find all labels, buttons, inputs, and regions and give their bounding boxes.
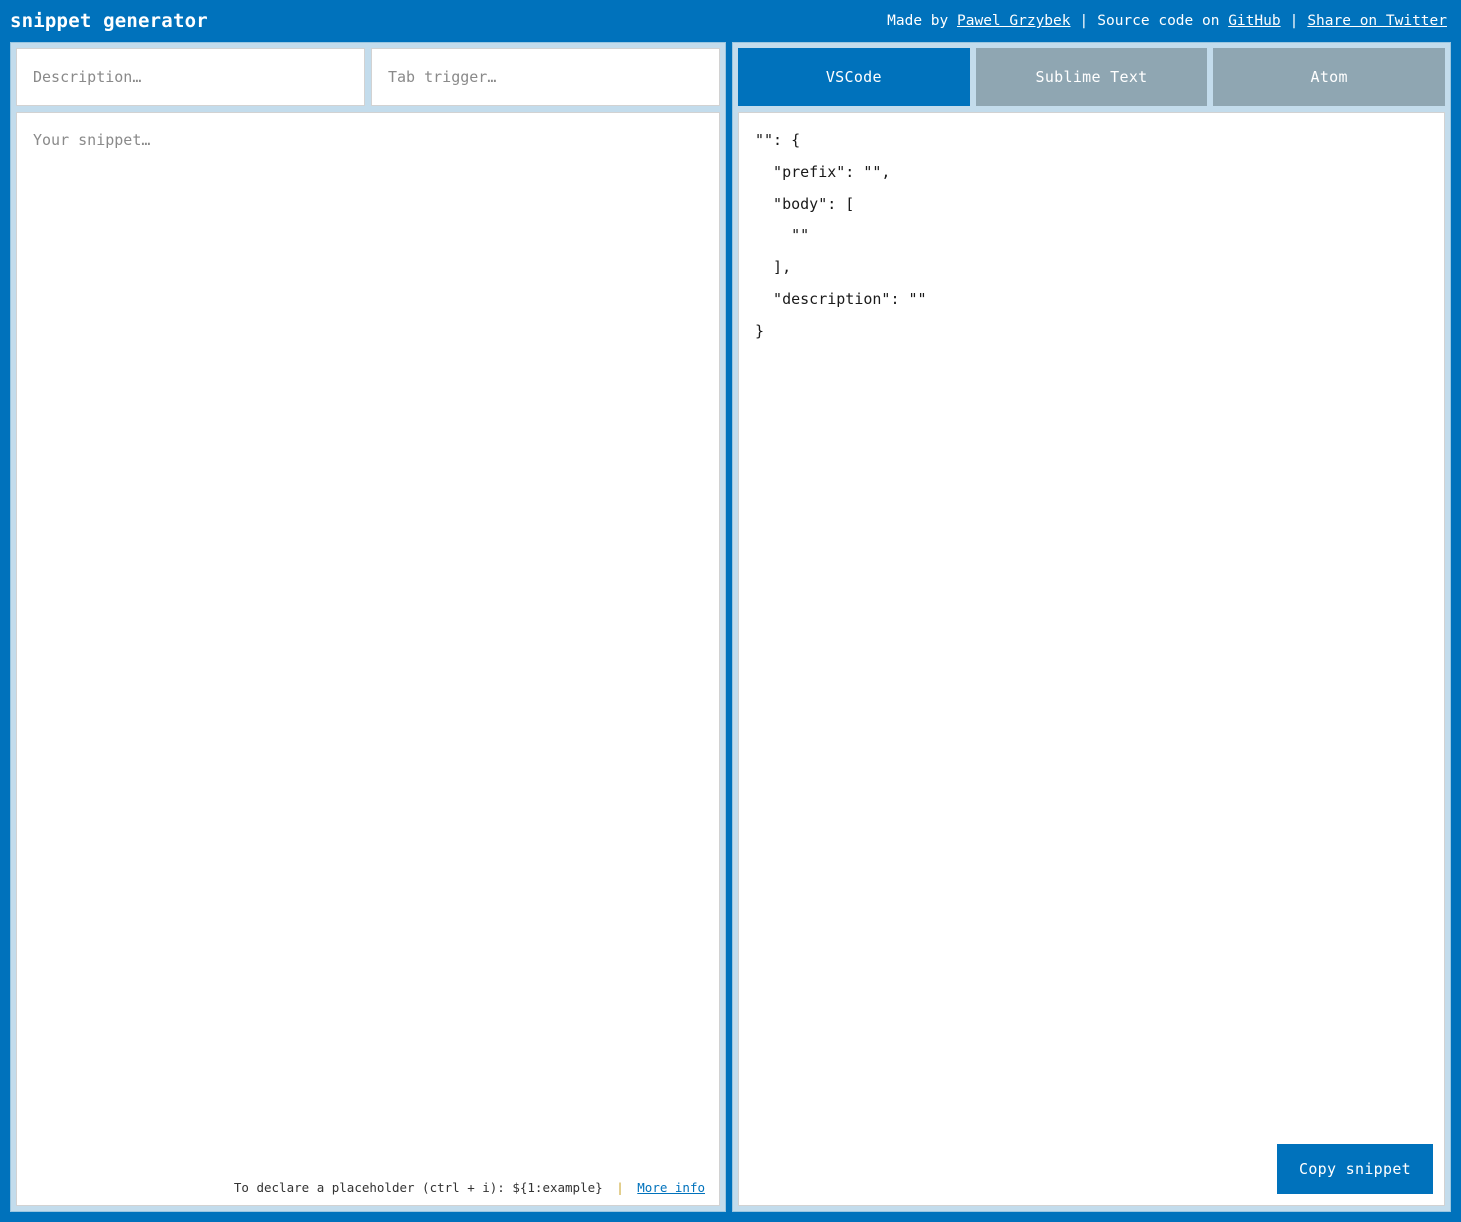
github-link[interactable]: GitHub xyxy=(1228,13,1280,29)
hint-separator: | xyxy=(616,1180,624,1195)
generated-snippet-code: "": { "prefix": "", "body": [ "" ], "des… xyxy=(755,131,927,340)
snippet-meta-row xyxy=(16,48,720,106)
source-code-label: Source code on xyxy=(1097,13,1220,29)
app-body: To declare a placeholder (ctrl + i): ${1… xyxy=(0,42,1461,1222)
author-link[interactable]: Pawel Grzybek xyxy=(957,13,1071,29)
tab-vscode[interactable]: VSCode xyxy=(738,48,970,106)
tab-trigger-input[interactable] xyxy=(371,48,720,106)
header-separator-2: | xyxy=(1289,13,1299,29)
tab-atom[interactable]: Atom xyxy=(1213,48,1446,106)
snippet-editor-wrap: To declare a placeholder (ctrl + i): ${1… xyxy=(16,112,720,1206)
description-input[interactable] xyxy=(16,48,365,106)
placeholder-hint: To declare a placeholder (ctrl + i): ${1… xyxy=(17,1174,719,1205)
copy-snippet-button[interactable]: Copy snippet xyxy=(1277,1144,1433,1194)
header-separator-1: | xyxy=(1079,13,1089,29)
header-links: Made by Pawel Grzybek | Source code on G… xyxy=(887,13,1447,29)
snippet-input[interactable] xyxy=(17,113,719,1174)
placeholder-hint-text: To declare a placeholder (ctrl + i): ${1… xyxy=(233,1180,603,1195)
tab-sublime-text[interactable]: Sublime Text xyxy=(975,48,1208,106)
editor-panel: To declare a placeholder (ctrl + i): ${1… xyxy=(10,42,726,1212)
share-twitter-link[interactable]: Share on Twitter xyxy=(1307,13,1447,29)
site-header: snippet generator Made by Pawel Grzybek … xyxy=(0,0,1461,42)
output-code-wrap: "": { "prefix": "", "body": [ "" ], "des… xyxy=(738,112,1445,1206)
made-by-label: Made by xyxy=(887,13,949,29)
more-info-link[interactable]: More info xyxy=(637,1180,705,1195)
output-panel: VSCode Sublime Text Atom "": { "prefix":… xyxy=(732,42,1451,1212)
editor-format-tabs: VSCode Sublime Text Atom xyxy=(738,48,1446,106)
page-title: snippet generator xyxy=(10,10,208,32)
